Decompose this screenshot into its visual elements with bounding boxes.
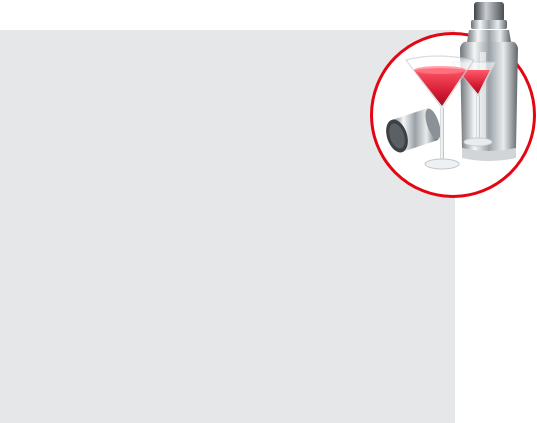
shaker-cap-icon <box>386 108 441 153</box>
cocktail-illustration <box>386 2 518 170</box>
page-canvas <box>0 0 537 423</box>
